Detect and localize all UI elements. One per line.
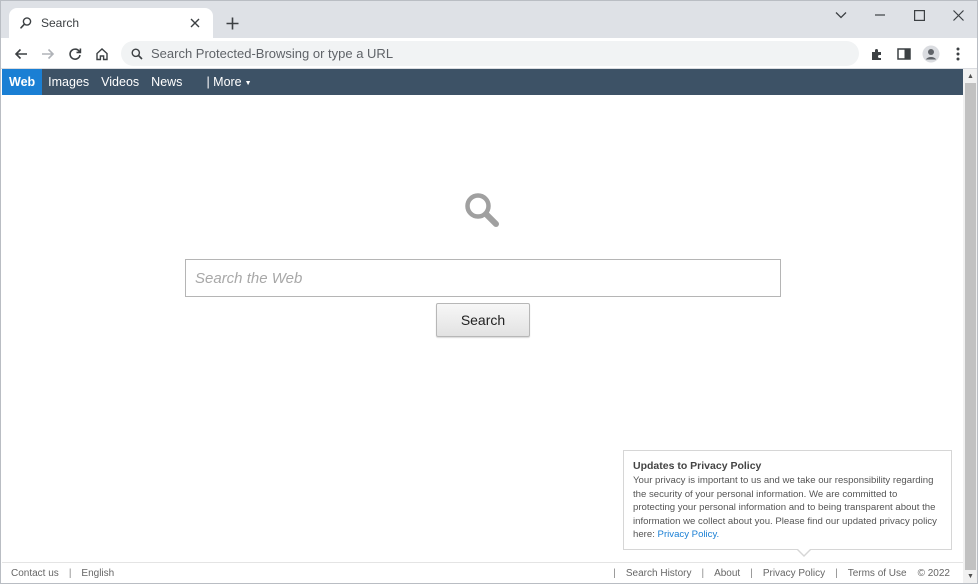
search-icon xyxy=(131,48,143,60)
menu-icon[interactable] xyxy=(946,42,970,66)
caret-down-icon: ▼ xyxy=(244,80,252,87)
nav-videos[interactable]: Videos xyxy=(95,69,145,95)
footer-separator: | xyxy=(701,568,705,579)
footer-left: Contact us | English xyxy=(11,568,114,579)
footer-separator: | xyxy=(750,568,753,579)
footer-separator: | xyxy=(68,568,72,579)
minimize-icon[interactable] xyxy=(862,5,898,25)
web-search-input[interactable] xyxy=(185,259,781,297)
side-panel-icon[interactable] xyxy=(892,42,916,66)
footer-separator: | xyxy=(613,568,616,579)
reload-icon[interactable] xyxy=(63,42,87,66)
tab-title: Search xyxy=(41,16,80,30)
privacy-popup-title: Updates to Privacy Policy xyxy=(633,460,762,472)
chevron-down-icon[interactable] xyxy=(823,5,859,25)
footer-contact-link[interactable]: Contact us xyxy=(11,568,59,579)
nav-news[interactable]: News xyxy=(145,69,188,95)
privacy-popup-body: Your privacy is important to us and we t… xyxy=(633,474,942,542)
popup-pointer-inner xyxy=(797,548,811,555)
footer-privacy-link[interactable]: Privacy Policy xyxy=(763,568,825,579)
privacy-link-suffix: . xyxy=(716,529,720,540)
footer-terms-link[interactable]: Terms of Use xyxy=(848,568,907,579)
nav-web[interactable]: Web xyxy=(2,69,43,95)
close-window-icon[interactable] xyxy=(940,5,976,25)
browser-toolbar: Search Protected-Browsing or type a URL xyxy=(1,38,977,69)
scrollbar-thumb[interactable] xyxy=(965,83,976,570)
scroll-down-arrow-icon[interactable]: ▼ xyxy=(966,572,975,581)
address-bar-placeholder: Search Protected-Browsing or type a URL xyxy=(151,46,394,61)
back-icon[interactable] xyxy=(9,42,33,66)
search-icon xyxy=(20,17,32,29)
page-scrollbar[interactable]: ▲ ▼ xyxy=(963,69,977,583)
nav-images[interactable]: Images xyxy=(42,69,95,95)
search-nav-bar: Web Images Videos News | More ▼ xyxy=(2,69,963,95)
extensions-icon[interactable] xyxy=(865,42,889,66)
footer-search-history-link[interactable]: Search History xyxy=(626,568,692,579)
tab-strip: Search xyxy=(1,1,977,38)
close-icon[interactable] xyxy=(187,15,203,31)
profile-icon[interactable] xyxy=(919,42,943,66)
forward-icon[interactable] xyxy=(36,42,60,66)
privacy-policy-link[interactable]: Privacy Policy xyxy=(658,529,717,540)
browser-window: Search Search Protected-Browsing or type… xyxy=(0,0,978,584)
footer-about-link[interactable]: About xyxy=(714,568,740,579)
tab-search[interactable]: Search xyxy=(9,8,213,38)
footer-language-link[interactable]: English xyxy=(81,568,114,579)
plus-icon[interactable] xyxy=(222,13,242,33)
search-button[interactable]: Search xyxy=(436,303,530,337)
maximize-icon[interactable] xyxy=(901,5,937,25)
scroll-up-arrow-icon[interactable]: ▲ xyxy=(966,72,975,81)
page-footer: Contact us | English | Search History | … xyxy=(2,562,963,583)
footer-separator: | xyxy=(835,568,838,579)
nav-more-label: | More xyxy=(206,75,242,89)
magnifier-icon xyxy=(465,193,499,227)
privacy-update-popup: Updates to Privacy Policy Your privacy i… xyxy=(623,450,952,550)
footer-copyright: © 2022 xyxy=(917,568,950,579)
address-bar[interactable]: Search Protected-Browsing or type a URL xyxy=(121,41,859,66)
nav-more[interactable]: | More ▼ xyxy=(200,69,257,95)
home-icon[interactable] xyxy=(90,42,114,66)
footer-right: | Search History | About | Privacy Polic… xyxy=(603,568,950,579)
